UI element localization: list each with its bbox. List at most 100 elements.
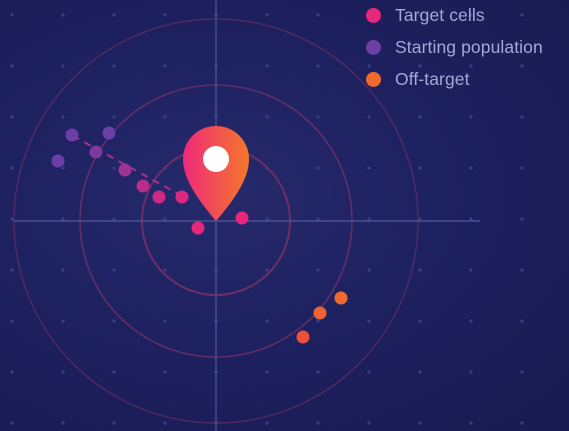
grid-dot — [418, 319, 422, 323]
grid-dot — [61, 268, 65, 272]
grid-dot — [61, 319, 65, 323]
grid-dot — [418, 166, 422, 170]
grid-dot — [367, 166, 371, 170]
legend: Target cells Starting population Off-tar… — [366, 4, 543, 90]
legend-item-starting-population: Starting population — [366, 36, 543, 58]
targeting-diagram: Target cells Starting population Off-tar… — [0, 0, 569, 431]
transition-point — [118, 163, 132, 177]
off-target-point — [296, 330, 310, 344]
grid-dot — [265, 64, 269, 68]
grid-dot — [61, 166, 65, 170]
transition-point — [175, 190, 189, 204]
grid-dot — [418, 115, 422, 119]
grid-dot — [316, 421, 320, 425]
grid-dot — [316, 64, 320, 68]
grid-dot — [469, 319, 473, 323]
grid-dot — [469, 115, 473, 119]
grid-dot — [112, 319, 116, 323]
grid-dot — [316, 217, 320, 221]
grid-dot — [61, 370, 65, 374]
grid-dot — [520, 421, 524, 425]
grid-dot — [112, 64, 116, 68]
grid-dot — [61, 13, 65, 17]
grid-dot — [520, 115, 524, 119]
starting-population-points — [51, 126, 116, 168]
grid-dot — [316, 370, 320, 374]
grid-dot — [265, 268, 269, 272]
grid-dot — [10, 166, 14, 170]
grid-dot — [265, 217, 269, 221]
starting-population-point — [51, 154, 65, 168]
legend-label: Starting population — [395, 36, 543, 57]
grid-dot — [112, 217, 116, 221]
starting-population-point — [65, 128, 79, 142]
grid-dot — [61, 217, 65, 221]
off-target-point — [313, 306, 327, 320]
grid-dot — [163, 13, 167, 17]
grid-dot — [10, 64, 14, 68]
grid-dot — [316, 166, 320, 170]
legend-label: Target cells — [395, 4, 485, 25]
starting-population-point — [89, 145, 103, 159]
grid-dot — [316, 13, 320, 17]
grid-dot — [367, 217, 371, 221]
grid-dot — [469, 370, 473, 374]
grid-dot — [367, 268, 371, 272]
grid-dot — [112, 13, 116, 17]
grid-dot — [61, 64, 65, 68]
grid-dot — [265, 115, 269, 119]
grid-dot — [265, 319, 269, 323]
grid-dot — [112, 166, 116, 170]
grid-dot — [163, 217, 167, 221]
grid-dot — [112, 370, 116, 374]
grid-dot — [163, 115, 167, 119]
grid-dot — [10, 217, 14, 221]
legend-item-off-target: Off-target — [366, 68, 543, 90]
grid-dot — [10, 319, 14, 323]
transition-points — [118, 163, 189, 204]
grid-dot — [163, 421, 167, 425]
grid-dot — [163, 268, 167, 272]
grid-dot — [10, 421, 14, 425]
legend-item-target-cells: Target cells — [366, 4, 543, 26]
grid-dot — [61, 115, 65, 119]
grid-dot — [163, 64, 167, 68]
legend-swatch — [366, 39, 381, 55]
grid-dot — [61, 421, 65, 425]
transition-point — [136, 179, 150, 193]
grid-dot — [316, 268, 320, 272]
grid-dot — [367, 421, 371, 425]
grid-dot — [418, 370, 422, 374]
grid-dot — [469, 217, 473, 221]
grid-dot — [265, 421, 269, 425]
legend-swatch — [366, 7, 381, 23]
legend-swatch — [366, 71, 381, 87]
pin-center-dot — [203, 146, 229, 172]
grid-dot — [418, 268, 422, 272]
grid-dot — [367, 115, 371, 119]
grid-dot — [10, 13, 14, 17]
pin-body — [183, 126, 249, 221]
grid-dot — [520, 268, 524, 272]
grid-dot — [316, 319, 320, 323]
transition-point — [152, 190, 166, 204]
grid-dot — [265, 370, 269, 374]
starting-population-point — [102, 126, 116, 140]
grid-dot — [316, 115, 320, 119]
grid-dot — [163, 319, 167, 323]
grid-dot — [520, 319, 524, 323]
grid-dot — [10, 268, 14, 272]
grid-dot — [418, 217, 422, 221]
grid-dot — [469, 166, 473, 170]
grid-dot — [10, 115, 14, 119]
grid-dot — [112, 268, 116, 272]
target-cell-point — [191, 221, 205, 235]
grid-dot — [469, 421, 473, 425]
target-cell-point — [235, 211, 249, 225]
off-target-points — [296, 291, 348, 344]
map-pin-icon — [183, 126, 249, 221]
grid-dot — [418, 421, 422, 425]
grid-dot — [367, 370, 371, 374]
grid-dot — [112, 421, 116, 425]
grid-dot — [520, 370, 524, 374]
